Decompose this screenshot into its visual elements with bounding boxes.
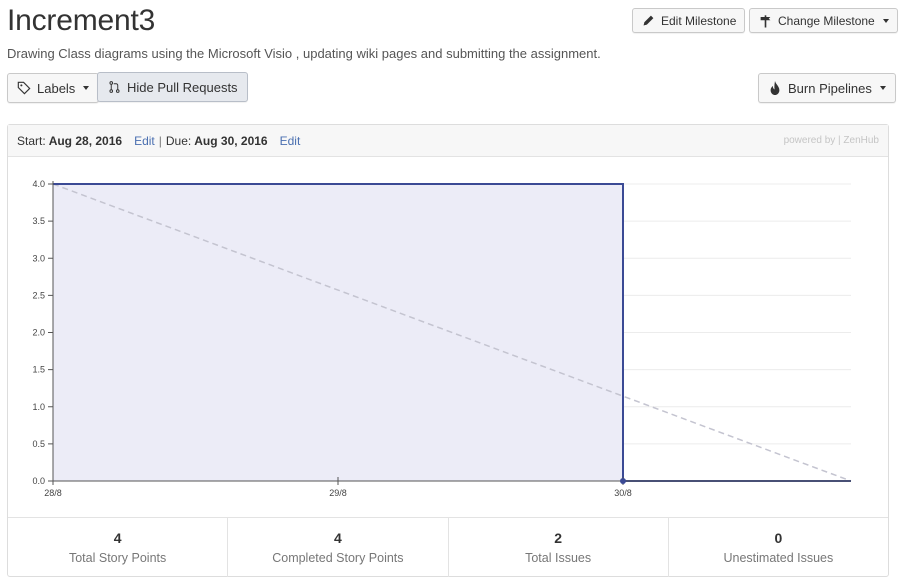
tag-icon [17,81,31,95]
date-separator: | [158,133,162,148]
burn-pipelines-button[interactable]: Burn Pipelines [758,73,896,103]
flame-icon [768,81,782,95]
stat-total-issues: 2 Total Issues [449,518,669,577]
y-tick-label: 2.5 [32,290,45,300]
burndown-panel: Start: Aug 28, 2016 Edit | Due: Aug 30, … [7,124,889,577]
labels-button[interactable]: Labels [7,73,100,103]
x-tick-label: 28/8 [44,488,62,498]
milestone-dates-bar: Start: Aug 28, 2016 Edit | Due: Aug 30, … [8,125,888,157]
stat-value: 4 [113,530,122,546]
x-tick-label: 30/8 [614,488,632,498]
chevron-down-icon [882,18,889,23]
y-tick-label: 4.0 [32,179,45,189]
chevron-down-icon [83,86,90,90]
pencil-icon [641,14,655,28]
start-label: Start: [17,133,46,148]
hide-pull-requests-button[interactable]: Hide Pull Requests [97,72,248,102]
labels-label: Labels [37,80,76,96]
due-label: Due: [165,133,192,148]
change-milestone-label: Change Milestone [778,13,875,28]
y-tick-label: 1.0 [32,402,45,412]
burn-pipelines-label: Burn Pipelines [788,80,872,96]
y-tick-label: 1.5 [32,365,45,375]
data-point-marker [620,478,626,484]
edit-due-date-link[interactable]: Edit [280,134,301,148]
edit-milestone-button[interactable]: Edit Milestone [632,8,746,33]
edit-start-date-link[interactable]: Edit [134,134,155,148]
due-date: Aug 30, 2016 [194,133,268,148]
change-milestone-button[interactable]: Change Milestone [749,8,898,33]
stat-label: Completed Story Points [272,551,404,565]
stat-value: 0 [774,530,783,546]
stat-completed-story-points: 4 Completed Story Points [228,518,449,577]
powered-by-zenhub: powered by | ZenHub [783,135,879,146]
milestone-description: Drawing Class diagrams using the Microso… [7,46,601,61]
signpost-icon [758,14,772,28]
burndown-chart: 0.0 0.5 1.0 1.5 2.0 2.5 3.0 3.5 4.0 28/8 29/8 30/8 [32,179,852,498]
chevron-down-icon [879,86,886,90]
stat-label: Total Story Points [68,551,167,565]
stat-total-story-points: 4 Total Story Points [8,518,229,577]
start-date: Aug 28, 2016 [48,133,123,148]
x-tick-label: 29/8 [329,488,347,498]
milestone-stats: 4 Total Story Points 4 Completed Story P… [8,517,888,577]
stat-value: 2 [554,530,563,546]
y-tick-label: 0.5 [32,439,45,449]
milestone-title: Increment3 [7,4,156,37]
y-tick-label: 0.0 [32,476,45,486]
y-tick-label: 3.0 [32,253,45,263]
edit-milestone-label: Edit Milestone [661,13,737,28]
stat-value: 4 [333,530,342,546]
hide-pull-requests-label: Hide Pull Requests [127,79,238,95]
stat-unestimated-issues: 0 Unestimated Issues [669,518,888,577]
stat-label: Total Issues [525,551,592,565]
y-tick-label: 3.5 [32,216,45,226]
pull-request-icon [107,80,121,94]
stat-label: Unestimated Issues [723,551,834,565]
y-tick-label: 2.0 [32,328,45,338]
